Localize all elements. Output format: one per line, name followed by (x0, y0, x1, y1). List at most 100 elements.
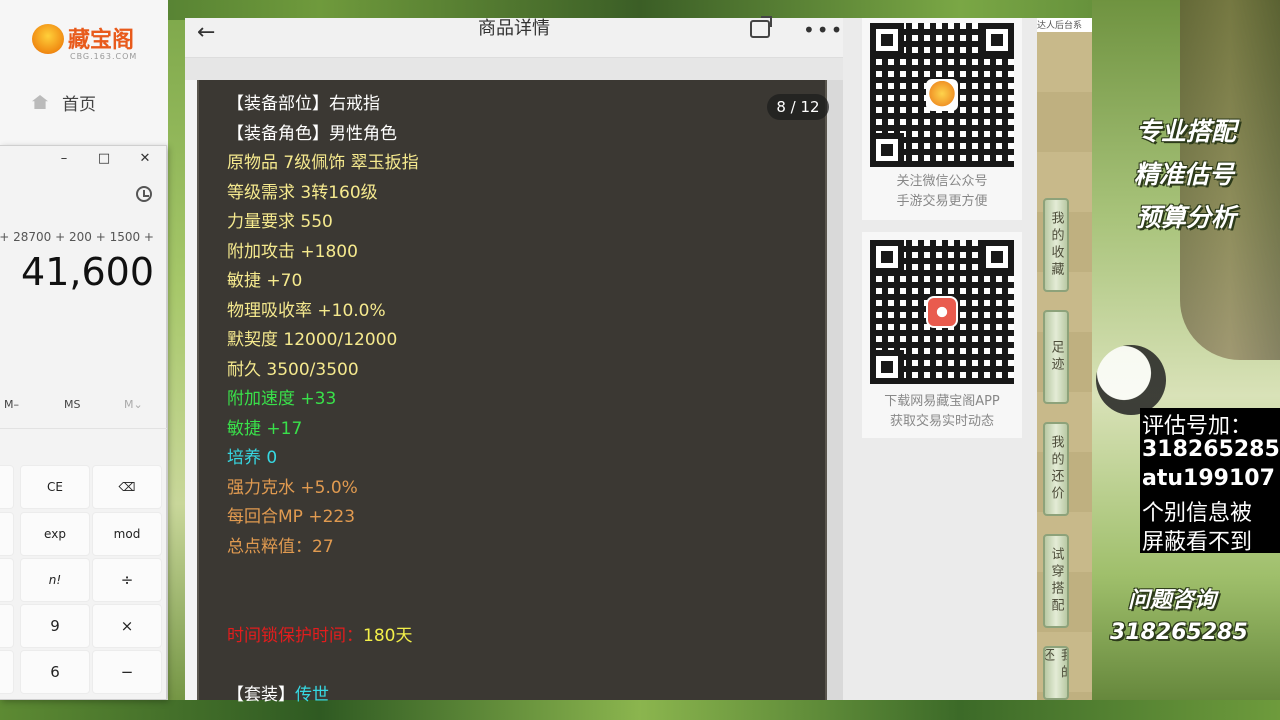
set-value: 传世 (295, 685, 329, 705)
app-qr-card: 下载网易藏宝阁APP 获取交易实时动态 (862, 232, 1022, 438)
protection-time-value: 180天 (363, 626, 413, 646)
minimize-button[interactable]: – (54, 151, 74, 166)
background-foliage-top (0, 0, 1280, 20)
back-arrow-icon[interactable]: ← (197, 20, 215, 45)
inquiry-number: 318265285 (1110, 620, 1248, 645)
qr-caption: 手游交易更方便 (896, 194, 988, 209)
stat-line: 【装备部位】右戒指 (227, 94, 380, 114)
contact-line: 318265285 (1142, 437, 1280, 462)
digit-6-button[interactable]: 6 (20, 650, 90, 694)
stat-line: 默契度 12000/12000 (227, 330, 398, 350)
contact-line: 屏蔽看不到 (1142, 530, 1253, 555)
qr-finder (980, 240, 1014, 274)
tab-my-counteroffers[interactable]: 我的还价 (1043, 422, 1069, 516)
cbg-logo[interactable]: 藏宝阁 CBG.163.COM (28, 18, 158, 63)
share-icon[interactable] (750, 16, 772, 38)
stat-line: 物理吸收率 +10.0% (227, 301, 386, 321)
stat-line: 等级需求 3转160级 (227, 183, 378, 203)
stat-line: 原物品 7级佩饰 翠玉扳指 (227, 153, 419, 173)
protection-time-label: 时间锁保护时间： (227, 626, 363, 646)
stat-line: 敏捷 +70 (227, 271, 303, 291)
tab-my-favorites[interactable]: 我的收藏 (1043, 198, 1069, 292)
maximize-button[interactable]: □ (94, 151, 114, 166)
tab-partial[interactable]: 我的还 (1043, 646, 1069, 700)
memory-store-button[interactable]: MS (64, 398, 80, 411)
promo-text: 精准估号 (1134, 160, 1235, 189)
history-icon[interactable] (136, 186, 152, 202)
stat-line: 附加速度 +33 (227, 389, 337, 409)
app-logo-icon (926, 296, 958, 328)
logo-subtext: CBG.163.COM (70, 52, 138, 61)
image-page-indicator: 8 / 12 (767, 94, 829, 120)
stat-line: 强力克水 +5.0% (227, 478, 358, 498)
stat-line: 【装备角色】男性角色 (227, 124, 397, 144)
nav-home[interactable]: 首页 (32, 90, 96, 115)
stat-line: 耐久 3500/3500 (227, 360, 359, 380)
key-partial[interactable] (0, 512, 14, 556)
subtract-button[interactable]: − (92, 650, 162, 694)
mod-button[interactable]: mod (92, 512, 162, 556)
stat-line: 附加攻击 +1800 (227, 242, 358, 262)
key-partial[interactable] (0, 558, 14, 602)
qr-finder (870, 240, 904, 274)
key-partial[interactable] (0, 650, 14, 694)
strip-top-text: 达人后台系 (1037, 18, 1092, 32)
promo-text: 专业搭配 (1136, 117, 1237, 146)
keypad-divider (0, 428, 167, 429)
background-foliage-bottom (0, 700, 1280, 720)
key-partial[interactable] (0, 465, 14, 509)
equipment-stats: 【装备部位】右戒指 【装备角色】男性角色 原物品 7级佩饰 翠玉扳指 等级需求 … (197, 80, 827, 705)
more-options-icon[interactable]: ••• (803, 18, 844, 42)
memory-subtract-button[interactable]: M– (4, 398, 19, 411)
divide-button[interactable]: ÷ (92, 558, 162, 602)
key-partial[interactable] (0, 604, 14, 648)
stat-line: 培养 0 (227, 448, 278, 468)
qr-caption: 关注微信公众号 (896, 174, 988, 189)
home-icon (32, 95, 48, 109)
tab-footprints[interactable]: 足迹 (1043, 310, 1069, 404)
contact-line: 个别信息被 (1142, 501, 1253, 526)
calc-result: 41,600 (21, 250, 154, 294)
treasure-bag-icon (32, 24, 64, 54)
detail-header: 商品详情 ← ••• (185, 16, 844, 58)
tab-try-on[interactable]: 试穿搭配 (1043, 534, 1069, 628)
memory-row: M– MS M⌄ (0, 396, 167, 416)
contact-line: 评估号加： (1142, 414, 1253, 439)
promo-text: 预算分析 (1136, 203, 1237, 232)
stat-line: 力量要求 550 (227, 212, 333, 232)
page-title: 商品详情 (478, 18, 550, 39)
stat-line: 总点粹值：27 (227, 537, 334, 557)
memory-list-button[interactable]: M⌄ (124, 398, 143, 411)
set-line: 【套装】传世 (227, 680, 329, 705)
set-label: 【套装】 (227, 685, 295, 705)
logo-text: 藏宝阁 (68, 28, 135, 53)
close-button[interactable]: ✕ (135, 151, 155, 166)
qr-finder (870, 23, 904, 57)
qr-caption: 下载网易藏宝阁APP (884, 394, 1000, 409)
nav-home-label: 首页 (62, 94, 96, 115)
qr-sidebar: 关注微信公众号 手游交易更方便 下载网易藏宝阁APP 获取交易实时动态 (843, 18, 1037, 700)
calculator-window: – □ ✕ 100 + 28700 + 200 + 1500 + 41,600 … (0, 145, 167, 700)
detail-band (185, 58, 843, 80)
exp-button[interactable]: exp (20, 512, 90, 556)
scrollbar[interactable] (827, 80, 843, 700)
wechat-qr-card: 关注微信公众号 手游交易更方便 (862, 18, 1022, 220)
clear-entry-button[interactable]: CE (20, 465, 90, 509)
wechat-qr-code (870, 23, 1014, 167)
product-detail-panel: 商品详情 ← ••• 【装备部位】右戒指 【装备角色】男性角色 原物品 7级佩饰… (185, 16, 844, 705)
qr-finder (980, 23, 1014, 57)
backspace-button[interactable]: ⌫ (92, 465, 162, 509)
cbg-logo-icon (926, 79, 958, 111)
qr-caption: 获取交易实时动态 (889, 414, 994, 429)
background-panda (1096, 345, 1166, 415)
stat-line: 每回合MP +223 (227, 507, 356, 527)
digit-9-button[interactable]: 9 (20, 604, 90, 648)
multiply-button[interactable]: × (92, 604, 162, 648)
qr-finder (870, 133, 904, 167)
calc-expression: 100 + 28700 + 200 + 1500 + (0, 230, 154, 244)
side-tab-strip: 达人后台系 我的收藏 足迹 我的还价 试穿搭配 我的还 (1037, 18, 1092, 700)
contact-box: 评估号加： 318265285 atu199107 个别信息被 屏蔽看不到 (1140, 408, 1280, 555)
factorial-button[interactable]: n! (20, 558, 90, 602)
contact-line: atu199107 (1142, 466, 1275, 491)
qr-finder (870, 350, 904, 384)
